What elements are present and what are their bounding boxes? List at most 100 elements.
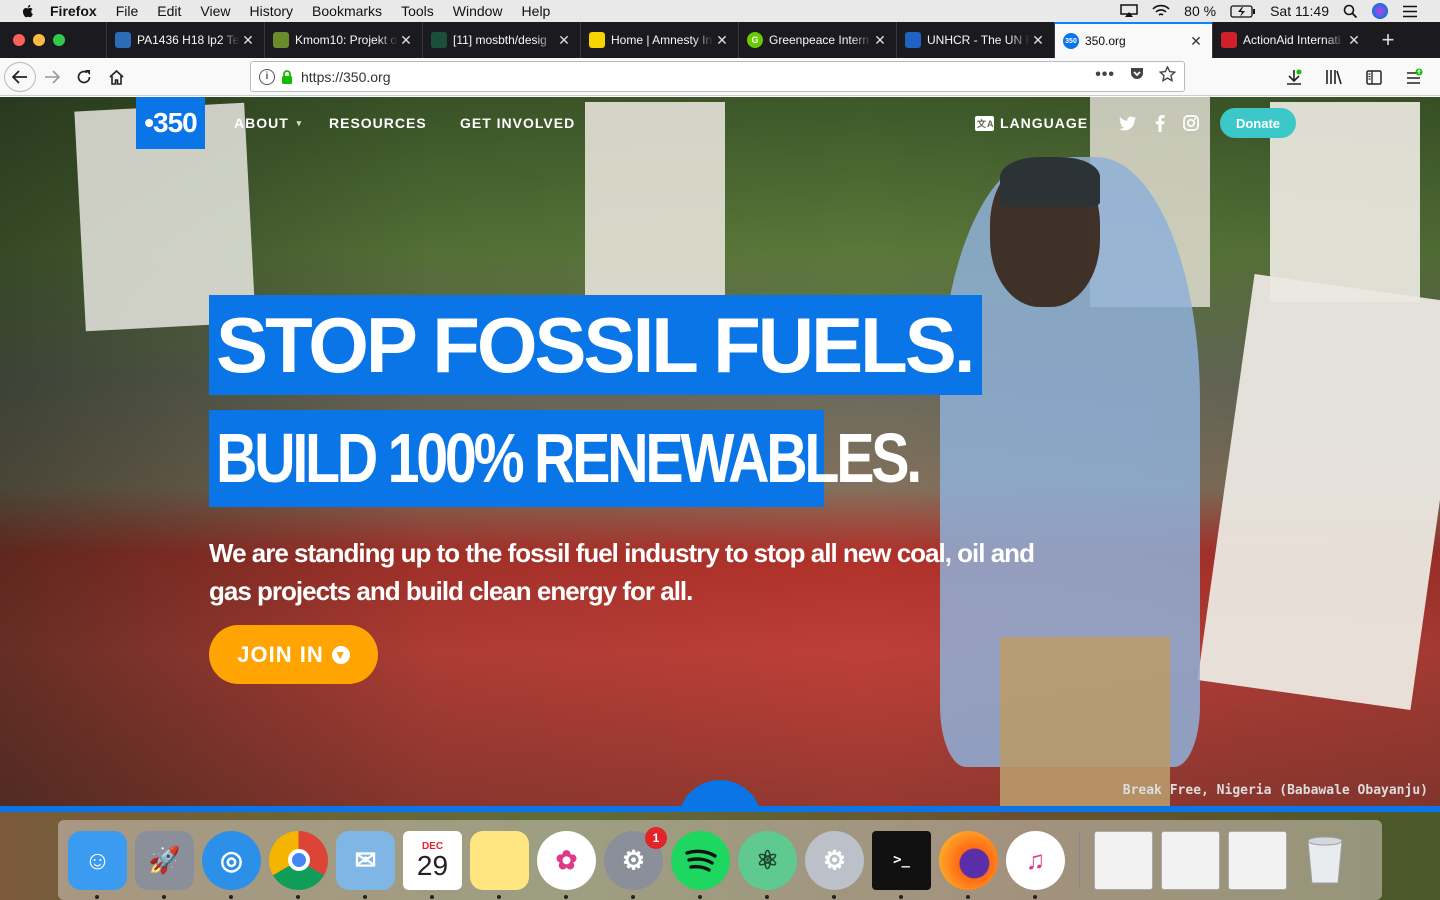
url-text[interactable]: https://350.org [301, 69, 391, 85]
apple-icon[interactable] [20, 3, 36, 19]
menu-bookmarks[interactable]: Bookmarks [312, 3, 382, 19]
close-tab-icon[interactable]: ✕ [714, 32, 730, 49]
menu-file[interactable]: File [116, 3, 139, 19]
tab-3[interactable]: [11] mosbth/desig ✕ [422, 22, 580, 58]
join-in-button[interactable]: JOIN IN ▼ [209, 625, 378, 684]
spotlight-search-icon[interactable] [1343, 4, 1358, 19]
close-tab-icon[interactable]: ✕ [1346, 32, 1362, 49]
menu-bar: Firefox File Edit View History Bookmarks… [0, 0, 1440, 22]
page-actions-icon[interactable]: ••• [1095, 66, 1115, 84]
running-indicator [564, 894, 568, 899]
close-tab-icon[interactable]: ✕ [872, 32, 888, 49]
tab-4[interactable]: Home | Amnesty In ✕ [580, 22, 738, 58]
nav-resources[interactable]: RESOURCES [329, 115, 427, 131]
instagram-icon[interactable] [1181, 113, 1201, 133]
finder-icon[interactable]: ☺ [68, 830, 127, 899]
menu-edit[interactable]: Edit [157, 3, 181, 19]
battery-icon[interactable] [1230, 4, 1256, 18]
siri-icon[interactable] [1372, 3, 1388, 19]
tab-title: UNHCR - The UN R [927, 33, 1030, 47]
wifi-icon[interactable] [1152, 4, 1170, 18]
running-indicator [430, 894, 434, 899]
itunes-icon[interactable]: ♫ [1006, 830, 1065, 899]
settings-app-icon[interactable]: ⚙ [805, 830, 864, 899]
tab-strip: PA1436 H18 lp2 Te ✕ Kmom10: Projekt o ✕ [11]… [0, 22, 1440, 58]
tab-title: PA1436 H18 lp2 Te [137, 33, 240, 47]
twitter-icon[interactable] [1118, 113, 1138, 133]
reload-button[interactable] [68, 61, 100, 93]
library-button[interactable] [1318, 61, 1350, 93]
menu-button[interactable] [1398, 61, 1430, 93]
back-button[interactable] [4, 61, 36, 92]
donate-button[interactable]: Donate [1220, 108, 1296, 138]
launchpad-icon[interactable]: 🚀 [135, 830, 194, 899]
sidebar-button[interactable] [1358, 61, 1390, 93]
bookmark-star-icon[interactable] [1159, 66, 1176, 82]
close-tab-icon[interactable]: ✕ [1030, 32, 1046, 49]
headline-2: BUILD 100% RENEWABLES. [216, 419, 922, 497]
actionaid-icon [1221, 32, 1237, 48]
menu-window[interactable]: Window [453, 3, 503, 19]
zoom-window-button[interactable] [53, 34, 65, 46]
lock-icon[interactable] [281, 69, 293, 84]
airplay-icon[interactable] [1120, 4, 1138, 18]
running-indicator [363, 894, 367, 899]
lead-text: We are standing up to the fossil fuel in… [209, 538, 1035, 606]
new-tab-button[interactable]: + [1370, 22, 1406, 58]
mail-icon[interactable]: ✉ [336, 830, 395, 899]
tab-8[interactable]: ActionAid Internati ✕ [1212, 22, 1370, 58]
headline-1: STOP FOSSIL FUELS. [216, 301, 976, 389]
tab-7[interactable]: 350 350.org ✕ [1054, 22, 1212, 58]
minimize-window-button[interactable] [33, 34, 45, 46]
tab-5[interactable]: G Greenpeace Intern ✕ [738, 22, 896, 58]
tab-6[interactable]: UNHCR - The UN R ✕ [896, 22, 1054, 58]
tab-2[interactable]: Kmom10: Projekt o ✕ [264, 22, 422, 58]
forward-button[interactable] [36, 61, 68, 93]
notification-center-icon[interactable] [1402, 5, 1418, 18]
hamburger-icon [1407, 68, 1423, 84]
menu-app-name[interactable]: Firefox [50, 3, 97, 19]
spotify-waves [684, 849, 717, 872]
system-preferences-icon[interactable]: ⚙ 1 [604, 826, 667, 899]
menu-tools[interactable]: Tools [401, 3, 434, 19]
document-window-thumb[interactable] [1228, 830, 1287, 890]
menu-history[interactable]: History [249, 3, 293, 19]
photos-icon[interactable]: ✿ [537, 830, 596, 899]
firefox-icon[interactable] [939, 830, 998, 899]
close-window-button[interactable] [13, 34, 25, 46]
menu-view[interactable]: View [200, 3, 230, 19]
home-button[interactable] [100, 61, 132, 93]
nav-get-involved[interactable]: GET INVOLVED [460, 115, 575, 131]
350-logo[interactable]: •350 [136, 97, 205, 149]
spotify-icon[interactable] [671, 830, 730, 899]
battery-percent[interactable]: 80 % [1184, 3, 1216, 19]
pocket-icon[interactable] [1129, 66, 1145, 82]
terminal-glyph: >_ [893, 852, 910, 868]
close-tab-icon[interactable]: ✕ [240, 32, 256, 49]
nav-about-label: ABOUT [234, 115, 289, 131]
trash-icon[interactable] [1295, 831, 1354, 890]
facebook-icon[interactable] [1150, 113, 1170, 133]
close-tab-icon[interactable]: ✕ [398, 32, 414, 49]
safari-glyph: ◎ [220, 844, 243, 875]
notes-icon[interactable] [470, 830, 529, 899]
tab-1[interactable]: PA1436 H18 lp2 Te ✕ [106, 22, 264, 58]
calendar-day: 29 [416, 849, 449, 881]
chrome-icon[interactable] [269, 830, 328, 899]
address-bar[interactable]: i https://350.org ••• [250, 61, 1185, 92]
close-tab-icon[interactable]: ✕ [556, 32, 572, 49]
menu-help[interactable]: Help [522, 3, 551, 19]
safari-icon[interactable]: ◎ [202, 830, 261, 899]
terminal-icon[interactable]: >_ [872, 830, 931, 899]
downloads-button[interactable] [1278, 61, 1310, 93]
atom-icon[interactable]: ⚛ [738, 830, 797, 899]
finder-window-thumb[interactable] [1161, 830, 1220, 890]
calendar-icon[interactable]: DEC 29 [403, 830, 462, 899]
clock[interactable]: Sat 11:49 [1270, 3, 1329, 19]
close-tab-icon[interactable]: ✕ [1188, 33, 1204, 50]
nav-about[interactable]: ABOUT ▾ [234, 115, 302, 131]
site-info-icon[interactable]: i [259, 68, 275, 85]
running-indicator [698, 894, 702, 899]
spotify-window-thumb[interactable] [1094, 830, 1153, 890]
language-selector[interactable]: 文A LANGUAGE [975, 115, 1088, 131]
